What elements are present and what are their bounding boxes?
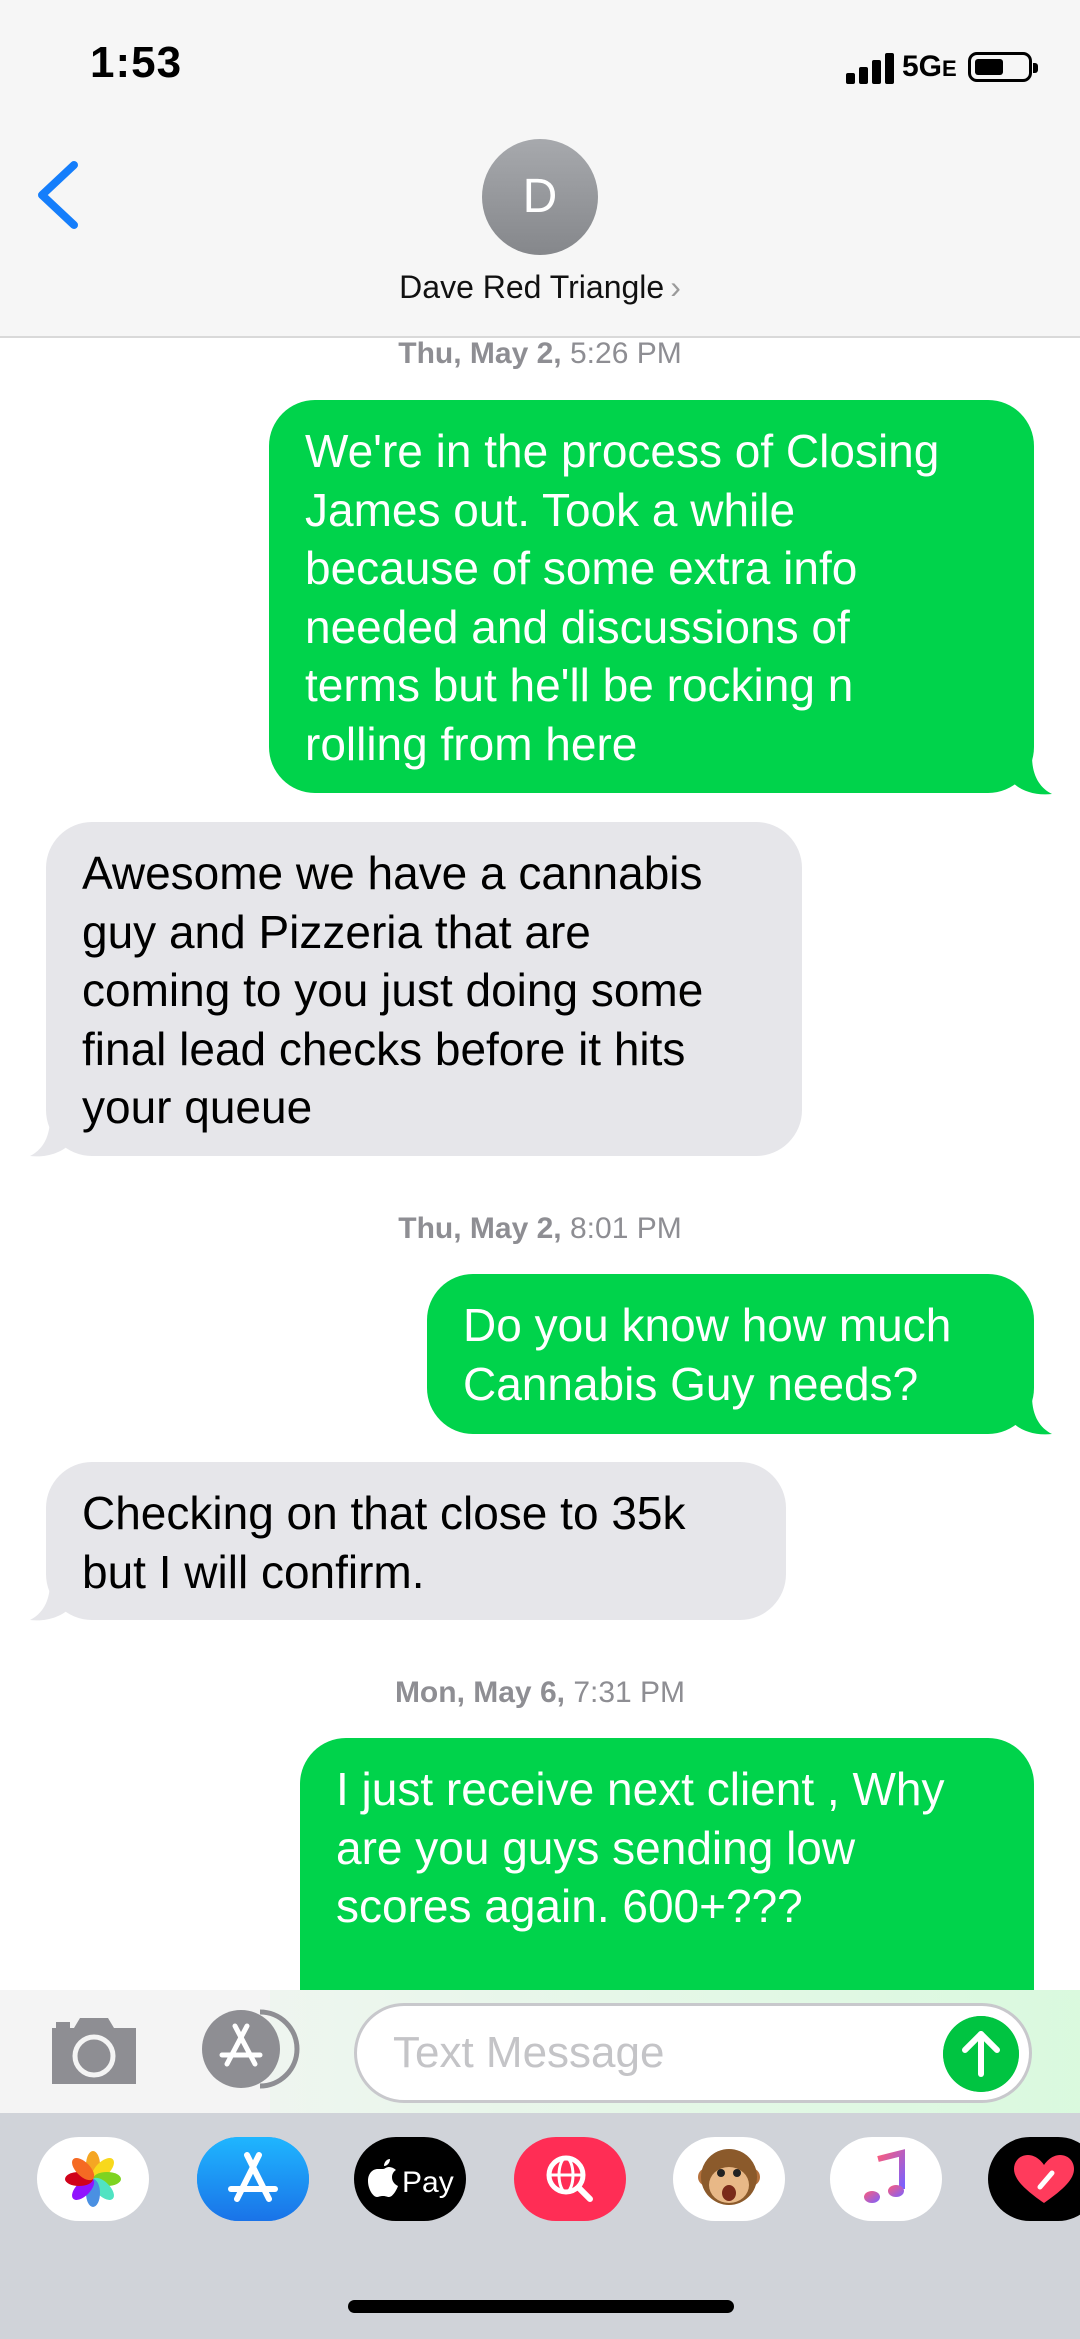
camera-icon[interactable] (46, 2012, 142, 2088)
app-store-icon[interactable] (197, 2137, 309, 2221)
cellular-signal-icon (846, 52, 896, 84)
conversation-header: D Dave Red Triangle › (0, 135, 1080, 338)
animoji-monkey-icon[interactable] (673, 2137, 785, 2221)
status-time: 1:53 (90, 38, 183, 87)
battery-icon (968, 52, 1038, 82)
message-timestamp: Thu, May 2, 5:26 PM (398, 337, 682, 370)
text-message-placeholder: Text Message (393, 2028, 665, 2077)
home-indicator[interactable] (348, 2300, 734, 2313)
bubble-tail (1012, 756, 1052, 795)
contact-avatar[interactable]: D (482, 139, 598, 255)
svg-text:Pay: Pay (402, 2166, 454, 2199)
app-store-button[interactable] (200, 2008, 304, 2090)
message-timestamp: Mon, May 6, 7:31 PM (394, 1676, 686, 1709)
digital-touch-icon[interactable] (988, 2137, 1080, 2221)
web-search-icon[interactable] (514, 2137, 626, 2221)
sent-message-bubble[interactable]: Do you know how much Cannabis Guy needs? (427, 1274, 1034, 1434)
contact-name: Dave Red Triangle (399, 269, 665, 305)
network-type: 5GE (902, 50, 957, 83)
bubble-tail (30, 1582, 70, 1621)
back-chevron-icon[interactable] (30, 155, 90, 235)
received-message-bubble[interactable]: Awesome we have a cannabis guy and Pizzer… (46, 822, 802, 1156)
bubble-tail (30, 1118, 70, 1157)
text-message-input[interactable]: Text Message (354, 2003, 1032, 2103)
chevron-right-icon: › (670, 269, 681, 305)
message-timestamp: Thu, May 2, 8:01 PM (398, 1212, 682, 1245)
photos-icon[interactable] (37, 2137, 149, 2221)
sent-message-bubble[interactable]: We're in the process of Closing James out… (269, 400, 1034, 793)
status-bar: 1:53 5GE (0, 0, 1080, 135)
bubble-tail (1012, 1396, 1052, 1435)
apple-pay-icon[interactable]: Pay (354, 2137, 466, 2221)
music-icon[interactable] (830, 2137, 942, 2221)
received-message-bubble[interactable]: Checking on that close to 35k but I will … (46, 1462, 786, 1620)
contact-name-button[interactable]: Dave Red Triangle › (0, 269, 1080, 306)
send-arrow-icon[interactable] (943, 2016, 1019, 2092)
